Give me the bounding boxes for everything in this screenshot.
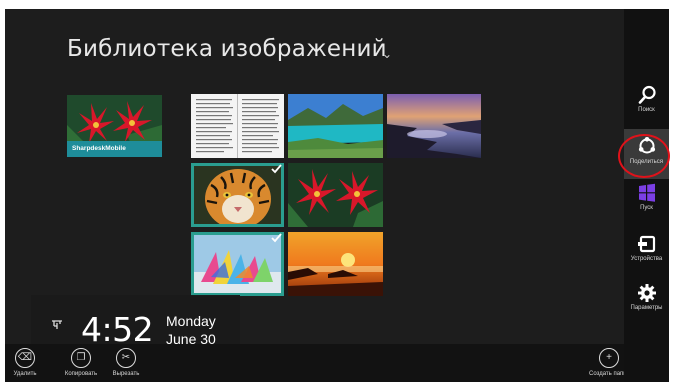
charm-settings[interactable]: Параметры	[624, 283, 669, 331]
photo-tile-tiger[interactable]	[191, 163, 284, 227]
photos-app-screen: Библиотека изображений ⌄ SharpdeskMobile	[5, 9, 669, 382]
document-image	[191, 94, 284, 158]
photo-tile-document[interactable]	[191, 94, 284, 158]
cut-icon: ✂	[116, 348, 136, 368]
charm-devices-label: Устройства	[630, 256, 663, 262]
checkmark-icon	[271, 164, 282, 174]
delete-button[interactable]: ⌫ Удалить	[5, 348, 45, 377]
photo-tile-sails[interactable]	[191, 232, 284, 296]
highlight-annotation-ring	[618, 134, 670, 178]
charm-settings-label: Параметры	[630, 305, 663, 311]
cut-button[interactable]: ✂ Вырезать	[106, 348, 146, 377]
cut-label: Вырезать	[112, 371, 140, 377]
search-icon	[638, 85, 656, 104]
gear-icon	[637, 284, 656, 302]
chevron-down-icon[interactable]: ⌄	[382, 47, 392, 61]
copy-label: Копировать	[64, 371, 98, 377]
lake-image	[288, 94, 383, 158]
page-title[interactable]: Библиотека изображений	[67, 36, 387, 62]
copy-icon: ❐	[71, 348, 91, 368]
new-folder-icon: +	[599, 348, 619, 368]
clock-day: Monday	[166, 313, 216, 329]
folder-tile[interactable]: SharpdeskMobile	[67, 95, 162, 157]
windows-start-icon	[638, 183, 655, 202]
photo-tile-rocky-shore[interactable]	[387, 94, 481, 158]
charm-search-label: Поиск	[638, 107, 655, 113]
app-bar: ⌫ Удалить ❐ Копировать ✂ Вырезать + Созд…	[5, 344, 629, 382]
rocky-shore-image	[387, 94, 481, 158]
charm-search[interactable]: Поиск	[624, 85, 669, 133]
checkmark-icon	[271, 233, 282, 243]
photo-tile-orange-sunset[interactable]	[288, 232, 383, 296]
devices-icon	[637, 235, 655, 253]
charm-devices[interactable]: Устройства	[624, 234, 669, 282]
charm-start[interactable]: Пуск	[624, 183, 669, 231]
delete-label: Удалить	[13, 371, 37, 377]
red-flowers-image	[288, 163, 383, 227]
photo-tile-red-flowers[interactable]	[288, 163, 383, 227]
charm-start-label: Пуск	[640, 205, 653, 211]
charms-bar: Поиск Поделиться Пуск Устройства Парамет…	[624, 9, 669, 382]
folder-label: SharpdeskMobile	[67, 141, 162, 157]
photo-tile-lake[interactable]	[288, 94, 383, 158]
delete-icon: ⌫	[15, 348, 35, 368]
network-icon	[52, 320, 62, 329]
orange-sunset-image	[288, 232, 383, 296]
copy-button[interactable]: ❐ Копировать	[61, 348, 101, 377]
